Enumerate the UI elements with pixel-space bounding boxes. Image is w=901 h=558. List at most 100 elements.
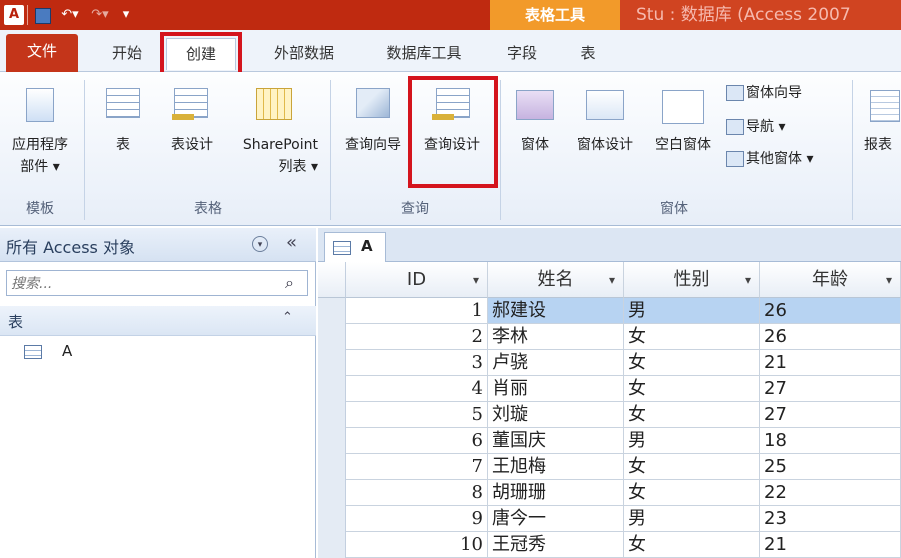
tab-table[interactable]: 表	[560, 38, 616, 70]
chevron-down-icon[interactable]: ▾	[473, 262, 479, 298]
table-row[interactable]: 4 肖丽女 27	[346, 376, 901, 402]
table-cell[interactable]: 男	[624, 506, 760, 532]
table-cell[interactable]: 6	[346, 428, 488, 454]
tab-database-tools[interactable]: 数据库工具	[364, 38, 484, 70]
search-box[interactable]: ⌕	[6, 270, 308, 296]
table-cell[interactable]: 27	[760, 376, 901, 402]
table-cell[interactable]: 董国庆	[488, 428, 624, 454]
table-cell[interactable]: 26	[760, 298, 901, 324]
tab-external-data[interactable]: 外部数据	[252, 38, 356, 70]
table-cell[interactable]: 23	[760, 506, 901, 532]
collapse-pane-icon[interactable]: «	[286, 232, 297, 253]
table-row[interactable]: 3 卢骁女 21	[346, 350, 901, 376]
nav-pane-header[interactable]: 所有 Access 对象 ▾ «	[0, 228, 316, 262]
table-cell[interactable]: 2	[346, 324, 488, 350]
column-header-id[interactable]: ID ▾	[346, 262, 488, 298]
ribbon: 应用程序 部件 ▾ 模板 表 表设计 SharePoint 列表 ▾ 表格 查询…	[0, 72, 901, 226]
table-cell[interactable]: 18	[760, 428, 901, 454]
table-row[interactable]: 6 董国庆男 18	[346, 428, 901, 454]
table-cell[interactable]: 10	[346, 532, 488, 558]
column-header-name[interactable]: 姓名 ▾	[488, 262, 624, 298]
table-cell[interactable]: 26	[760, 324, 901, 350]
table-cell[interactable]: 王冠秀	[488, 532, 624, 558]
chevron-down-icon[interactable]: ▾	[886, 262, 892, 298]
search-icon[interactable]: ⌕	[285, 273, 294, 293]
select-all-corner[interactable]	[318, 262, 346, 298]
table-cell[interactable]: 5	[346, 402, 488, 428]
table-row[interactable]: 8 胡珊珊女 22	[346, 480, 901, 506]
table-row[interactable]: 2 李林女 26	[346, 324, 901, 350]
table-cell[interactable]: 22	[760, 480, 901, 506]
redo-icon[interactable]: ↷▾	[88, 5, 112, 25]
table-cell[interactable]: 9	[346, 506, 488, 532]
document-tab-label: A	[361, 237, 373, 255]
table-row[interactable]: 1 郝建设男 26	[346, 298, 901, 324]
tab-file[interactable]: 文件	[6, 34, 78, 72]
table-cell[interactable]: 女	[624, 350, 760, 376]
table-cell[interactable]: 男	[624, 298, 760, 324]
table-cell[interactable]: 21	[760, 532, 901, 558]
table-cell[interactable]: 女	[624, 402, 760, 428]
table-button[interactable]: 表	[92, 78, 154, 194]
more-forms-button[interactable]: 其他窗体 ▾	[726, 148, 813, 170]
navigation-icon	[726, 119, 744, 135]
table-cell[interactable]: 4	[346, 376, 488, 402]
column-header-label: 性别	[673, 269, 710, 290]
navigation-button[interactable]: 导航 ▾	[726, 116, 785, 138]
nav-item-table-a[interactable]: A	[0, 338, 316, 366]
table-row[interactable]: 7 王旭梅女 25	[346, 454, 901, 480]
table-cell[interactable]: 男	[624, 428, 760, 454]
table-cell[interactable]: 女	[624, 480, 760, 506]
table-cell[interactable]: 女	[624, 454, 760, 480]
save-icon[interactable]	[33, 5, 51, 25]
form-wizard-button[interactable]: 窗体向导	[726, 82, 802, 104]
blank-form-button[interactable]: 空白窗体	[644, 78, 722, 194]
table-cell[interactable]: 李林	[488, 324, 624, 350]
form-button[interactable]: 窗体	[506, 78, 564, 194]
table-cell[interactable]: 25	[760, 454, 901, 480]
tab-table-a[interactable]: A	[324, 232, 386, 262]
table-cell[interactable]: 27	[760, 402, 901, 428]
table-cell[interactable]: 女	[624, 532, 760, 558]
table-row[interactable]: 5 刘璇女 27	[346, 402, 901, 428]
column-header-gender[interactable]: 性别 ▾	[624, 262, 760, 298]
ribbon-tab-row: 文件 开始 创建 外部数据 数据库工具 字段 表	[0, 30, 901, 76]
query-wizard-button[interactable]: 查询向导	[334, 78, 412, 194]
undo-icon[interactable]: ↶▾	[58, 5, 82, 25]
table-design-button[interactable]: 表设计	[156, 78, 228, 194]
table-cell[interactable]: 7	[346, 454, 488, 480]
tab-home[interactable]: 开始	[94, 38, 160, 70]
table-row[interactable]: 10 王冠秀女 21	[346, 532, 901, 558]
table-cell[interactable]: 女	[624, 376, 760, 402]
table-cell[interactable]: 肖丽	[488, 376, 624, 402]
table-cell[interactable]: 女	[624, 324, 760, 350]
title-bar: A ↶▾ ↷▾ ▾ 表格工具 Stu : 数据库 (Access 2007	[0, 0, 901, 30]
chevron-down-icon[interactable]: ▾	[745, 262, 751, 298]
record-selector-column[interactable]	[318, 262, 346, 558]
collapse-group-icon[interactable]: ⌃	[282, 310, 293, 325]
table-cell[interactable]: 王旭梅	[488, 454, 624, 480]
form-label: 窗体	[521, 137, 549, 153]
chevron-down-icon[interactable]: ▾	[252, 236, 268, 252]
table-cell[interactable]: 唐今一	[488, 506, 624, 532]
table-cell[interactable]: 郝建设	[488, 298, 624, 324]
nav-group-tables[interactable]: 表 ⌃	[0, 306, 316, 336]
chevron-down-icon[interactable]: ▾	[609, 262, 615, 298]
table-cell[interactable]: 21	[760, 350, 901, 376]
tab-fields[interactable]: 字段	[494, 38, 550, 70]
app-parts-button[interactable]: 应用程序 部件 ▾	[0, 78, 80, 194]
report-button[interactable]: 报表	[860, 78, 901, 194]
table-row[interactable]: 9 唐今一男 23	[346, 506, 901, 532]
customize-qa-icon[interactable]: ▾	[118, 5, 134, 25]
column-header-age[interactable]: 年龄 ▾	[760, 262, 901, 298]
table-cell[interactable]: 刘璇	[488, 402, 624, 428]
sharepoint-list-button[interactable]: SharePoint 列表 ▾	[226, 78, 322, 194]
table-cell[interactable]: 1	[346, 298, 488, 324]
form-design-button[interactable]: 窗体设计	[566, 78, 644, 194]
table-cell[interactable]: 8	[346, 480, 488, 506]
group-separator	[500, 80, 501, 220]
search-input[interactable]	[9, 273, 275, 295]
table-cell[interactable]: 3	[346, 350, 488, 376]
table-cell[interactable]: 胡珊珊	[488, 480, 624, 506]
table-cell[interactable]: 卢骁	[488, 350, 624, 376]
